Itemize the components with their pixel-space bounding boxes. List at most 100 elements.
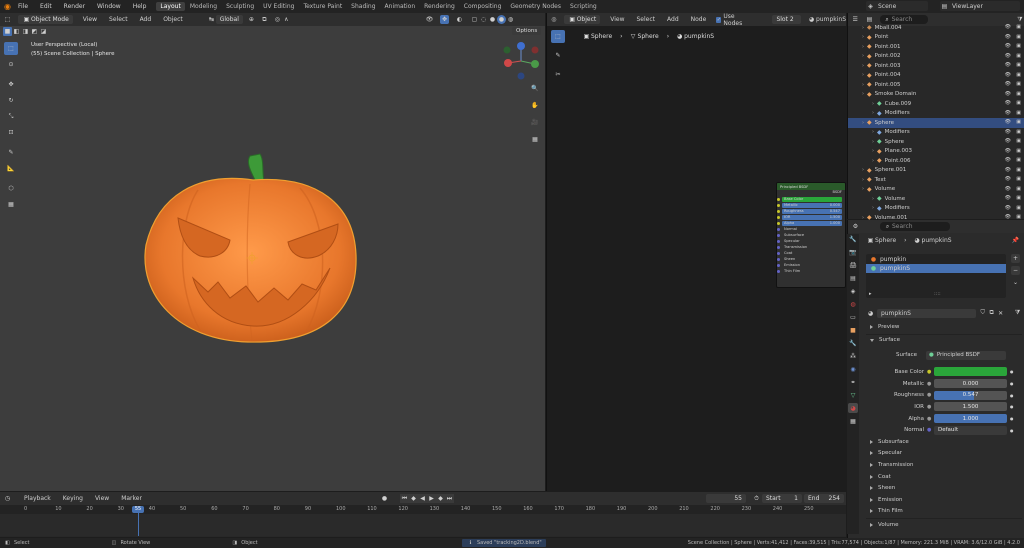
- view-layer-selector[interactable]: ▤ ViewLayer: [940, 1, 1020, 11]
- use-nodes-toggle[interactable]: ✓ Use Nodes: [716, 13, 750, 27]
- zoom-icon[interactable]: 🔍: [528, 82, 542, 95]
- expand-arrow-icon[interactable]: ›: [872, 205, 874, 211]
- jump-end-icon[interactable]: ⏭: [445, 494, 454, 503]
- expand-arrow-icon[interactable]: ›: [872, 139, 874, 145]
- prev-keyframe-icon[interactable]: ◆: [409, 494, 418, 503]
- world-tab-icon[interactable]: ◍: [848, 299, 858, 309]
- node-input-row[interactable]: Thin Film: [777, 268, 845, 274]
- object-tab-icon[interactable]: ■: [848, 325, 858, 335]
- material-slot-pumpkins[interactable]: ● pumpkinS: [866, 264, 1006, 273]
- expand-arrow-icon[interactable]: ›: [862, 53, 864, 59]
- visibility-eye-icon[interactable]: 👁: [1005, 119, 1011, 125]
- render-camera-icon[interactable]: ▣: [1016, 195, 1021, 201]
- socket-dot-icon[interactable]: ●: [927, 369, 931, 375]
- outliner-row[interactable]: › ◆ Point.004 👁 ▣: [848, 71, 1024, 81]
- outliner-row[interactable]: › ◆ Modifiers 👁 ▣: [848, 204, 1024, 214]
- keyframe-dot-icon[interactable]: ●: [1010, 381, 1014, 386]
- render-camera-icon[interactable]: ▣: [1016, 72, 1021, 78]
- editor-type-properties-icon[interactable]: ⚙: [851, 222, 860, 231]
- visibility-eye-icon[interactable]: 👁: [1005, 195, 1011, 201]
- expand-arrow-icon[interactable]: ›: [872, 158, 874, 164]
- subsection-sheen[interactable]: Sheen: [870, 482, 1024, 494]
- node-object-dropdown[interactable]: ▣ Object: [563, 15, 601, 24]
- expand-arrow-icon[interactable]: ›: [872, 110, 874, 116]
- material-slot-list[interactable]: ● pumpkin ● pumpkinS ▸ ::::: [866, 254, 1006, 298]
- visibility-eye-icon[interactable]: 👁: [1005, 186, 1011, 192]
- checkbox-checked-icon[interactable]: ✓: [716, 16, 722, 23]
- visibility-eye-icon[interactable]: 👁: [1005, 205, 1011, 211]
- proportional-edit-icon[interactable]: ◎: [273, 15, 282, 24]
- render-camera-icon[interactable]: ▣: [1016, 138, 1021, 144]
- expand-arrow-icon[interactable]: ›: [862, 120, 864, 126]
- render-camera-icon[interactable]: ▣: [1016, 62, 1021, 68]
- prop-field-value[interactable]: Default: [934, 425, 1007, 435]
- unlink-icon[interactable]: ✕: [996, 309, 1005, 318]
- outliner-row[interactable]: › ◆ Modifiers 👁 ▣: [848, 128, 1024, 138]
- viewport-menu-view[interactable]: View: [81, 15, 99, 24]
- preview-range-icon[interactable]: ⏱: [752, 494, 761, 503]
- remove-slot-icon[interactable]: −: [1011, 266, 1020, 275]
- expand-arrow-icon[interactable]: ›: [872, 148, 874, 154]
- viewport-menu-select[interactable]: Select: [107, 15, 130, 24]
- expand-arrow-icon[interactable]: ›: [872, 196, 874, 202]
- add-cube-tool-icon[interactable]: ⬡: [4, 182, 18, 195]
- prop-field-value[interactable]: 0.547: [934, 390, 1007, 400]
- workspace-tab-texture-paint[interactable]: Texture Paint: [299, 2, 346, 11]
- material-browse-icon[interactable]: ◕: [866, 309, 875, 318]
- collection-tab-icon[interactable]: ▭: [848, 312, 858, 322]
- timeline-ruler[interactable]: 0 10 20 30 40 50 60 70 80 90 100 110 120 130 140 150 160…: [0, 505, 846, 514]
- navigation-gizmo[interactable]: [498, 40, 546, 82]
- fake-user-shield-icon[interactable]: ⛉: [978, 309, 987, 318]
- subsection-transmission[interactable]: Transmission: [870, 459, 1024, 471]
- outliner-row[interactable]: › ◆ Point 👁 ▣: [848, 33, 1024, 43]
- properties-search[interactable]: ⌕ Search: [880, 222, 950, 231]
- expand-arrow-icon[interactable]: ›: [872, 101, 874, 107]
- timeline-menu-playback[interactable]: Playback: [22, 494, 53, 503]
- socket-dot-icon[interactable]: ●: [927, 381, 931, 387]
- start-frame-field[interactable]: Start 1: [762, 494, 802, 503]
- visibility-eye-icon[interactable]: 👁: [1005, 138, 1011, 144]
- expand-arrow-icon[interactable]: ›: [862, 25, 864, 31]
- timeline-menu-marker[interactable]: Marker: [119, 494, 144, 503]
- render-camera-icon[interactable]: ▣: [1016, 205, 1021, 211]
- scene-tab-icon[interactable]: ◈: [848, 286, 858, 296]
- visibility-eye-icon[interactable]: 👁: [1005, 91, 1011, 97]
- node-menu-select[interactable]: Select: [635, 15, 658, 24]
- render-camera-icon[interactable]: ▣: [1016, 110, 1021, 116]
- timeline-menu-keying[interactable]: Keying: [61, 494, 85, 503]
- cursor-tool-icon[interactable]: ⊙: [4, 58, 18, 71]
- workspace-tab-animation[interactable]: Animation: [381, 2, 420, 11]
- add-slot-icon[interactable]: +: [1011, 254, 1020, 263]
- outliner-row[interactable]: › ◆ Cube.009 👁 ▣: [848, 99, 1024, 109]
- material-shading-icon[interactable]: ●: [497, 15, 506, 24]
- keyframe-dot-icon[interactable]: ●: [1010, 428, 1014, 433]
- visibility-eye-icon[interactable]: 👁: [1005, 167, 1011, 173]
- volume-panel-header[interactable]: Volume: [870, 522, 898, 528]
- expand-arrow-icon[interactable]: ›: [862, 91, 864, 97]
- particles-tab-icon[interactable]: ⁂: [848, 351, 858, 361]
- subsection-specular[interactable]: Specular: [870, 448, 1024, 460]
- perspective-grid-icon[interactable]: ▦: [528, 133, 542, 146]
- timeline-menu-view[interactable]: View: [93, 494, 111, 503]
- visibility-eye-icon[interactable]: 👁: [1005, 72, 1011, 78]
- subsection-thin-film[interactable]: Thin Film: [870, 506, 1024, 518]
- workspace-tab-geometry-nodes[interactable]: Geometry Nodes: [506, 2, 565, 11]
- editor-type-3d-icon[interactable]: ⬚: [3, 15, 12, 24]
- node-links-cut-tool-icon[interactable]: ✂: [551, 68, 565, 81]
- render-camera-icon[interactable]: ▣: [1016, 167, 1021, 173]
- editor-type-node-icon[interactable]: ◎: [550, 15, 558, 24]
- editor-type-timeline-icon[interactable]: ◷: [3, 494, 12, 503]
- gizmo-toggle-icon[interactable]: ✥: [440, 15, 449, 24]
- viewport-menu-add[interactable]: Add: [138, 15, 154, 24]
- visibility-eye-icon[interactable]: 👁: [1005, 110, 1011, 116]
- workspace-tab-sculpting[interactable]: Sculpting: [222, 2, 258, 11]
- expand-arrow-icon[interactable]: ›: [862, 44, 864, 50]
- render-camera-icon[interactable]: ▣: [1016, 100, 1021, 106]
- material-selector[interactable]: ◕ pumpkinS: [807, 15, 846, 24]
- render-camera-icon[interactable]: ▣: [1016, 91, 1021, 97]
- timeline-track[interactable]: [0, 514, 846, 536]
- workspace-tab-modeling[interactable]: Modeling: [186, 2, 221, 11]
- expand-arrow-icon[interactable]: ›: [862, 186, 864, 192]
- expand-arrow-icon[interactable]: ›: [862, 34, 864, 40]
- measure-tool-icon[interactable]: 📐: [4, 162, 18, 175]
